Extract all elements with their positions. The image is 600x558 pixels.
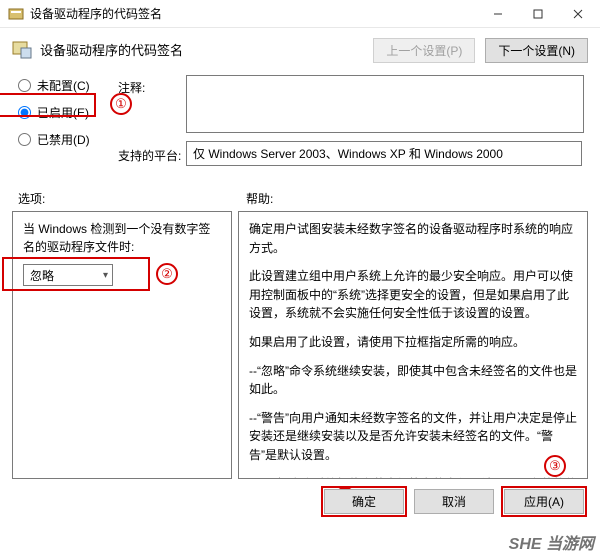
options-label: 选项: xyxy=(18,190,246,207)
policy-icon xyxy=(12,40,32,60)
maximize-button[interactable] xyxy=(518,1,558,27)
radio-disabled-label: 已禁用(D) xyxy=(37,131,90,148)
titlebar: 设备驱动程序的代码签名 xyxy=(0,0,600,28)
help-pane[interactable]: 确定用户试图安装未经数字签名的设备驱动程序时系统的响应方式。 此设置建立组中用户… xyxy=(238,211,588,479)
platform-label: 支持的平台: xyxy=(118,143,186,164)
response-dropdown[interactable]: 忽略 ▾ xyxy=(23,264,113,286)
radio-unconfigured[interactable]: 未配置(C) xyxy=(18,77,118,94)
prev-setting-button[interactable]: 上一个设置(P) xyxy=(373,38,475,63)
help-label: 帮助: xyxy=(246,190,273,207)
next-setting-button[interactable]: 下一个设置(N) xyxy=(485,38,588,63)
radio-enabled-label: 已启用(E) xyxy=(37,104,89,121)
options-prompt: 当 Windows 检测到一个没有数字签名的驱动程序文件时: xyxy=(23,220,221,256)
ok-label: 确定 xyxy=(352,495,376,509)
apply-label: 应用(A) xyxy=(524,495,564,509)
window-title: 设备驱动程序的代码签名 xyxy=(30,5,478,22)
footer: ④ 确定 取消 应用(A) xyxy=(0,479,600,522)
panels: 当 Windows 检测到一个没有数字签名的驱动程序文件时: 忽略 ▾ 确定用户… xyxy=(0,211,600,479)
help-text: 如果启用了此设置，请使用下拉框指定所需的响应。 xyxy=(249,333,577,352)
chevron-down-icon: ▾ xyxy=(103,270,108,281)
window-controls xyxy=(478,1,598,27)
watermark: SHE 当游网 xyxy=(509,530,594,554)
comment-label: 注释: xyxy=(118,75,186,133)
apply-button[interactable]: 应用(A) xyxy=(504,489,584,514)
dropdown-value: 忽略 xyxy=(30,267,54,284)
radio-unconfigured-label: 未配置(C) xyxy=(37,77,90,94)
config-section: 未配置(C) 已启用(E) 已禁用(D) 注释: 支持的平台: 仅 Window… xyxy=(0,69,600,176)
header: 设备驱动程序的代码签名 上一个设置(P) 下一个设置(N) xyxy=(0,28,600,69)
help-text: --“忽略”命令系统继续安装，即使其中包含未经签名的文件也是如此。 xyxy=(249,362,577,399)
comment-input[interactable] xyxy=(186,75,584,133)
section-labels: 选项: 帮助: xyxy=(0,176,600,211)
help-text: 此设置建立组中用户系统上允许的最少安全响应。用户可以使用控制面板中的“系统”选择… xyxy=(249,267,577,323)
help-text: --“警告”向用户通知未经数字签名的文件，并让用户决定是停止安装还是继续安装以及… xyxy=(249,409,577,465)
cancel-button[interactable]: 取消 xyxy=(414,489,494,514)
close-button[interactable] xyxy=(558,1,598,27)
app-icon xyxy=(8,6,24,22)
platform-value: 仅 Windows Server 2003、Windows XP 和 Windo… xyxy=(186,141,582,166)
minimize-button[interactable] xyxy=(478,1,518,27)
page-title: 设备驱动程序的代码签名 xyxy=(40,38,373,59)
radio-disabled[interactable]: 已禁用(D) xyxy=(18,131,118,148)
help-text: 确定用户试图安装未经数字签名的设备驱动程序时系统的响应方式。 xyxy=(249,220,577,257)
options-pane: 当 Windows 检测到一个没有数字签名的驱动程序文件时: 忽略 ▾ xyxy=(12,211,232,479)
radio-enabled[interactable]: 已启用(E) xyxy=(18,104,118,121)
ok-button[interactable]: 确定 xyxy=(324,489,404,514)
